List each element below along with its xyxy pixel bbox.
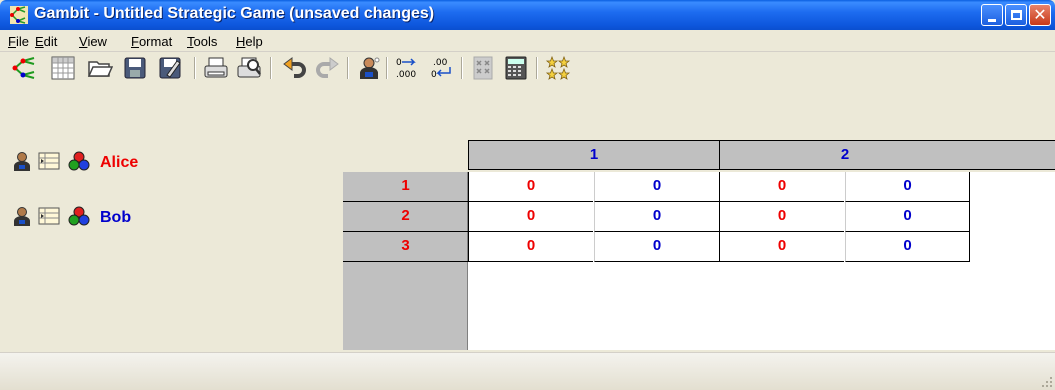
open-folder-icon[interactable] — [87, 55, 113, 81]
row-strategy-header[interactable]: 1 — [343, 172, 468, 202]
row-strategy-header[interactable]: 2 — [343, 202, 468, 232]
payoff-cell-player2[interactable]: 0 — [594, 232, 719, 262]
minimize-button[interactable] — [981, 4, 1003, 26]
player-panel: Alice Bob — [0, 140, 343, 350]
toolbar-separator — [536, 57, 538, 79]
toolbar-separator — [461, 57, 463, 79]
new-table-icon[interactable] — [50, 55, 76, 81]
tree-icon[interactable] — [12, 55, 38, 81]
menu-bar: File Edit View Format Tools Help — [0, 30, 1055, 52]
payoff-cell-player2[interactable]: 0 — [845, 172, 970, 202]
gambit-app-icon — [10, 6, 28, 24]
payoff-cell-player1[interactable]: 0 — [468, 232, 593, 262]
decimal-more-icon[interactable]: 0 .000 — [394, 55, 420, 81]
menu-format[interactable]: Format — [131, 34, 172, 49]
toolbar-separator — [270, 57, 272, 79]
menu-view[interactable]: View — [79, 34, 107, 49]
payoff-cell-player1[interactable]: 0 — [719, 202, 844, 232]
dominance-icon[interactable] — [470, 55, 496, 81]
menu-help[interactable]: Help — [236, 34, 263, 49]
maximize-button[interactable] — [1005, 4, 1027, 26]
close-button[interactable]: ✕ — [1029, 4, 1051, 26]
column-strategy-header[interactable]: 2 — [719, 140, 971, 170]
column-header-filler — [970, 140, 1055, 170]
player-color-icon[interactable] — [68, 150, 90, 172]
svg-text:0: 0 — [396, 58, 402, 68]
payoff-cell-player2[interactable]: 0 — [594, 172, 719, 202]
title-bar[interactable]: Gambit - Untitled Strategic Game (unsave… — [0, 0, 1055, 30]
payoff-cell-player1[interactable]: 0 — [468, 172, 593, 202]
resize-grip-icon[interactable] — [1041, 376, 1053, 388]
toolbar: 0.000 .00 0 — [0, 53, 1055, 83]
menu-tools[interactable]: Tools — [187, 34, 217, 49]
toolbar-separator — [194, 57, 196, 79]
payoff-cell-player1[interactable]: 0 — [719, 232, 844, 262]
equilibrium-icon[interactable] — [545, 55, 571, 81]
strategy-list-icon[interactable] — [38, 150, 60, 172]
payoff-cell-player2[interactable]: 0 — [594, 202, 719, 232]
menu-edit[interactable]: Edit — [35, 34, 57, 49]
calculator-icon[interactable] — [503, 55, 529, 81]
row-strategy-header[interactable]: 3 — [343, 232, 468, 262]
player-icon[interactable] — [11, 205, 33, 227]
edit-icon[interactable] — [157, 55, 183, 81]
payoff-cell-player1[interactable]: 0 — [719, 172, 844, 202]
minimize-icon — [988, 19, 996, 22]
redo-icon[interactable] — [314, 55, 340, 81]
status-bar — [0, 352, 1055, 390]
toolbar-separator — [347, 57, 349, 79]
close-icon: ✕ — [1033, 5, 1047, 24]
strategy-list-icon[interactable] — [38, 205, 60, 227]
svg-text:0: 0 — [431, 70, 437, 80]
add-player-icon[interactable] — [356, 55, 382, 81]
player-color-icon[interactable] — [68, 205, 90, 227]
player-row-bob[interactable]: Bob — [0, 205, 343, 229]
window-title: Gambit - Untitled Strategic Game (unsave… — [34, 5, 435, 22]
payoff-cell-player1[interactable]: 0 — [468, 202, 593, 232]
menu-file[interactable]: File — [8, 34, 29, 49]
player-icon[interactable] — [11, 150, 33, 172]
undo-icon[interactable] — [282, 55, 308, 81]
svg-text:.000: .000 — [396, 70, 416, 80]
column-strategy-header[interactable]: 1 — [468, 140, 720, 170]
toolbar-separator — [386, 57, 388, 79]
payoff-cell-player2[interactable]: 0 — [845, 202, 970, 232]
player-name-bob[interactable]: Bob — [100, 209, 131, 227]
payoff-cell-player2[interactable]: 0 — [845, 232, 970, 262]
maximize-icon — [1011, 10, 1022, 20]
decimal-less-icon[interactable]: .00 0 — [428, 55, 454, 81]
print-icon[interactable] — [203, 55, 229, 81]
player-name-alice[interactable]: Alice — [100, 154, 138, 172]
svg-text:.00: .00 — [433, 58, 448, 68]
player-row-alice[interactable]: Alice — [0, 150, 343, 174]
save-icon[interactable] — [122, 55, 148, 81]
print-preview-icon[interactable] — [236, 55, 262, 81]
